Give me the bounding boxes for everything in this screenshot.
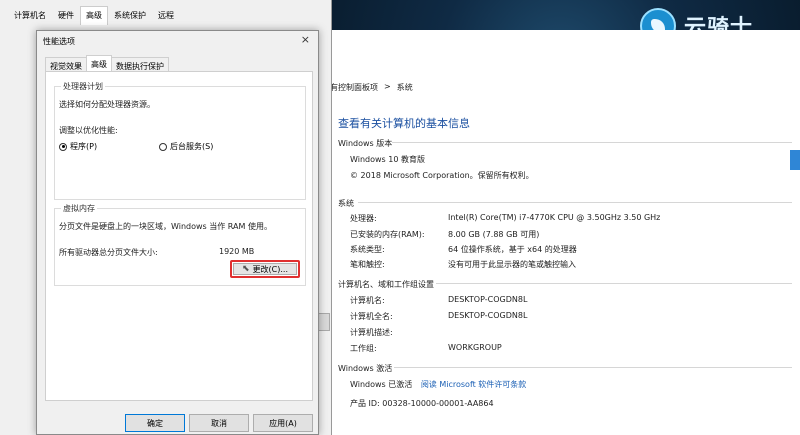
info-value: DESKTOP-COGDN8L bbox=[448, 311, 528, 320]
group-legend: 处理器计划 bbox=[61, 81, 105, 92]
tab-advanced[interactable]: 高级 bbox=[80, 6, 108, 25]
radio-selected-icon bbox=[59, 142, 67, 151]
tab-hardware[interactable]: 硬件 bbox=[52, 6, 80, 25]
virtual-memory-description: 分页文件是硬盘上的一块区域，Windows 当作 RAM 使用。 bbox=[59, 222, 272, 231]
tab-computer-name[interactable]: 计算机名 bbox=[8, 6, 52, 25]
adjust-label: 调整以优化性能: bbox=[59, 126, 118, 135]
info-value: 64 位操作系统，基于 x64 的处理器 bbox=[448, 245, 577, 254]
change-button[interactable]: ⬉ 更改(C)... bbox=[233, 263, 297, 275]
info-label: 计算机描述: bbox=[350, 328, 393, 337]
section-divider bbox=[358, 202, 792, 203]
radio-unselected-icon bbox=[159, 142, 167, 151]
info-value: 没有可用于此显示器的笔或触控输入 bbox=[448, 260, 576, 269]
tab-system-protection[interactable]: 系统保护 bbox=[108, 6, 152, 25]
radio-label: 程序(P) bbox=[70, 142, 98, 151]
info-value: WORKGROUP bbox=[448, 343, 502, 352]
radio-background-services[interactable]: 后台服务(S) bbox=[159, 141, 213, 152]
paging-total-label: 所有驱动器总分页文件大小: bbox=[59, 248, 158, 257]
performance-options-dialog: 性能选项 × 视觉效果 高级 数据执行保护 处理器计划 选择如何分配处理器资源。… bbox=[36, 30, 319, 435]
info-label: 系统类型: bbox=[350, 245, 385, 254]
ok-button[interactable]: 确定 bbox=[125, 414, 185, 432]
license-terms-link[interactable]: 阅读 Microsoft 软件许可条款 bbox=[421, 380, 527, 389]
info-value: DESKTOP-COGDN8L bbox=[448, 295, 528, 304]
edition-copyright: © 2018 Microsoft Corporation。保留所有权利。 bbox=[350, 171, 534, 180]
scheduling-description: 选择如何分配处理器资源。 bbox=[59, 100, 155, 109]
info-label: 计算机全名: bbox=[350, 312, 393, 321]
close-icon[interactable]: × bbox=[301, 33, 310, 46]
radio-programs[interactable]: 程序(P) bbox=[59, 141, 97, 152]
group-legend: 虚拟内存 bbox=[61, 203, 97, 214]
info-label: 已安装的内存(RAM): bbox=[350, 230, 425, 239]
section-divider bbox=[394, 367, 792, 368]
processor-scheduling-group: 处理器计划 选择如何分配处理器资源。 调整以优化性能: 程序(P) 后台服务(S… bbox=[54, 81, 306, 200]
info-label: 笔和触控: bbox=[350, 260, 385, 269]
cursor-icon: ⬉ bbox=[241, 264, 250, 274]
info-label: 计算机名: bbox=[350, 296, 385, 305]
breadcrumb-item-control-panel[interactable]: 有控制面板项 bbox=[330, 82, 378, 93]
breadcrumb: 有控制面板项 > 系统 bbox=[330, 82, 413, 93]
page-title: 查看有关计算机的基本信息 bbox=[338, 117, 470, 130]
activation-status: Windows 已激活 阅读 Microsoft 软件许可条款 bbox=[350, 379, 526, 390]
dialog-title: 性能选项 bbox=[43, 37, 75, 46]
change-highlight-box: ⬉ 更改(C)... bbox=[230, 260, 300, 278]
section-divider bbox=[392, 142, 792, 143]
system-properties-tabs: 计算机名 硬件 高级 系统保护 远程 bbox=[8, 6, 180, 25]
info-label: 处理器: bbox=[350, 214, 377, 223]
change-button-label: 更改(C)... bbox=[252, 264, 288, 274]
info-value: 8.00 GB (7.88 GB 可用) bbox=[448, 230, 540, 239]
section-divider bbox=[436, 283, 792, 284]
edition-name: Windows 10 教育版 bbox=[350, 155, 425, 164]
section-header-system: 系统 bbox=[338, 199, 354, 208]
tab-remote[interactable]: 远程 bbox=[152, 6, 180, 25]
advanced-tab-panel: 处理器计划 选择如何分配处理器资源。 调整以优化性能: 程序(P) 后台服务(S… bbox=[45, 71, 313, 401]
paging-total-value: 1920 MB bbox=[219, 247, 255, 256]
apply-button[interactable]: 应用(A) bbox=[253, 414, 313, 432]
breadcrumb-separator: > bbox=[384, 82, 391, 91]
cancel-button[interactable]: 取消 bbox=[189, 414, 249, 432]
radio-label: 后台服务(S) bbox=[170, 142, 214, 151]
info-label: 工作组: bbox=[350, 344, 377, 353]
section-header-activation: Windows 激活 bbox=[338, 364, 393, 373]
info-value: Intel(R) Core(TM) i7-4770K CPU @ 3.50GHz… bbox=[448, 213, 661, 222]
section-header-edition: Windows 版本 bbox=[338, 139, 393, 148]
section-header-computer-name: 计算机名、域和工作组设置 bbox=[338, 280, 434, 289]
product-id: 产品 ID: 00328-10000-00001-AA864 bbox=[350, 399, 494, 408]
windows-logo-icon bbox=[790, 150, 800, 170]
system-window: 有控制面板项 > 系统 查看有关计算机的基本信息 Windows 版本 Wind… bbox=[318, 30, 800, 435]
breadcrumb-item-system[interactable]: 系统 bbox=[397, 82, 413, 93]
activation-status-text: Windows 已激活 bbox=[350, 380, 413, 389]
